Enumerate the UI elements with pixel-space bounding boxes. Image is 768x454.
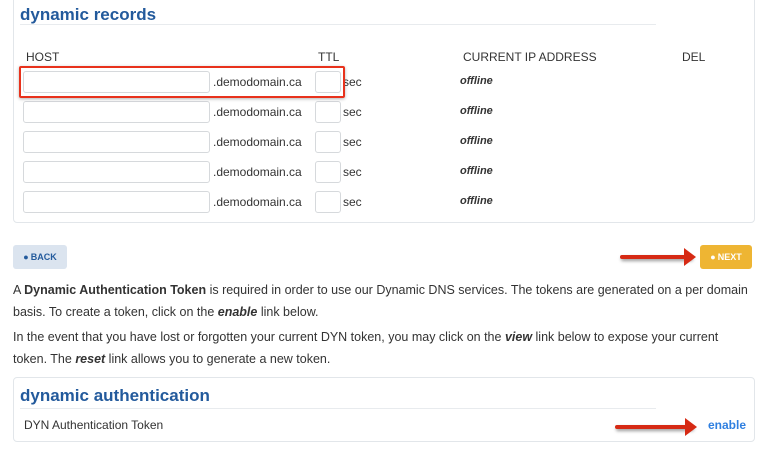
ip-status: offline	[460, 165, 493, 177]
info-paragraph-2: In the event that you have lost or forgo…	[13, 330, 719, 366]
dynamic-authentication-panel: dynamic authentication DYN Authenticatio…	[13, 377, 755, 442]
header-ip: CURRENT IP ADDRESS	[463, 50, 597, 64]
arrow-right-circle-icon: ●	[710, 252, 716, 262]
record-row: .demodomain.ca sec offline	[14, 101, 754, 125]
ttl-input[interactable]	[315, 101, 341, 123]
ttl-input[interactable]	[315, 161, 341, 183]
ttl-unit: sec	[343, 105, 362, 119]
host-input[interactable]	[23, 191, 210, 213]
ttl-unit: sec	[343, 75, 362, 89]
ip-status: offline	[460, 195, 493, 207]
record-row: .demodomain.ca sec offline	[14, 191, 754, 215]
ttl-input[interactable]	[315, 191, 341, 213]
ttl-unit: sec	[343, 135, 362, 149]
ttl-input[interactable]	[315, 131, 341, 153]
header-del: DEL	[682, 50, 706, 64]
highlight-box	[19, 66, 345, 98]
next-button[interactable]: ● NEXT	[700, 245, 752, 269]
record-row: .demodomain.ca sec offline	[14, 131, 754, 155]
ip-status: offline	[460, 75, 493, 87]
host-input[interactable]	[23, 101, 210, 123]
ip-status: offline	[460, 135, 493, 147]
arrow-left-circle-icon: ●	[23, 252, 29, 262]
enable-link[interactable]: enable	[708, 418, 746, 432]
ttl-unit: sec	[343, 165, 362, 179]
domain-suffix: .demodomain.ca	[213, 105, 302, 119]
token-label: DYN Authentication Token	[24, 418, 164, 432]
annotation-arrow	[615, 418, 697, 436]
header-host: HOST	[26, 50, 60, 64]
host-input[interactable]	[23, 131, 210, 153]
section-title: dynamic records	[20, 5, 157, 24]
divider	[20, 24, 656, 25]
dynamic-records-panel: dynamic records HOST TTL CURRENT IP ADDR…	[13, 0, 755, 223]
domain-suffix: .demodomain.ca	[213, 135, 302, 149]
section-title: dynamic authentication	[20, 386, 210, 405]
header-ttl: TTL	[318, 50, 340, 64]
annotation-arrow	[620, 248, 696, 266]
divider	[20, 408, 656, 409]
ttl-unit: sec	[343, 195, 362, 209]
record-row: .demodomain.ca sec offline	[14, 161, 754, 185]
ip-status: offline	[460, 105, 493, 117]
back-button[interactable]: ● BACK	[13, 245, 67, 269]
domain-suffix: .demodomain.ca	[213, 195, 302, 209]
info-paragraph-1: A Dynamic Authentication Token is requir…	[13, 283, 748, 319]
host-input[interactable]	[23, 161, 210, 183]
domain-suffix: .demodomain.ca	[213, 165, 302, 179]
